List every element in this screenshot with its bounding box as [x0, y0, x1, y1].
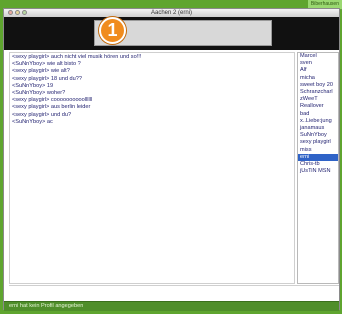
- chat-message: <sexy playgirl> aus berlin leider: [12, 104, 91, 111]
- user-list-item[interactable]: sven: [298, 60, 338, 67]
- chat-log[interactable]: <sexy playgirl> auch nicht viel musik hö…: [9, 52, 295, 284]
- chat-message: <sexy playgirl> auch nicht viel musik hö…: [12, 54, 142, 60]
- top-banner: 1: [4, 17, 339, 50]
- message-input[interactable]: [9, 285, 339, 293]
- user-list-item[interactable]: x..Liebe:jung: [298, 118, 338, 125]
- user-list-item[interactable]: erni: [298, 153, 338, 162]
- chat-message: <sexy playgirl> wie alt?: [12, 68, 70, 75]
- corner-ribbon-label: Biberhausen: [310, 1, 339, 7]
- chat-message: <sexy playgirl> und du?: [12, 111, 72, 118]
- callout-number-badge: 1: [99, 17, 126, 44]
- chat-message: <sexy playgirl> coooooooooollllll: [12, 97, 93, 104]
- user-list-item[interactable]: micha: [298, 75, 338, 82]
- chat-message: <SuNnYboy> 19: [12, 82, 54, 89]
- chat-message: <SuNnYboy> woher?: [12, 90, 66, 97]
- user-list-item[interactable]: Schranzcharl: [298, 89, 338, 96]
- user-list-item[interactable]: sweet boy 20: [298, 82, 338, 89]
- chat-message: <SuNnYboy> wie alt bisto ?: [12, 61, 81, 68]
- chat-window: Aachen 2 (erni) 1 <sexy playgirl> auch n…: [3, 8, 340, 311]
- chat-message: <sexy playgirl> 18 und du??: [12, 75, 82, 82]
- status-text: erni hat kein Profil angegeben: [9, 303, 84, 309]
- window-title: Aachen 2 (erni): [150, 10, 193, 16]
- status-bar: erni hat kein Profil angegeben: [4, 301, 339, 311]
- chat-message: <SuNnYboy> ac: [12, 118, 53, 125]
- user-list-item[interactable]: bad: [298, 111, 338, 118]
- user-list-item[interactable]: Chris-tb: [298, 161, 338, 168]
- user-list-item[interactable]: Alf: [298, 67, 338, 74]
- user-list-item[interactable]: Marcel: [298, 53, 338, 60]
- user-list-item[interactable]: janamaus: [298, 125, 338, 132]
- user-list-item[interactable]: Reallover: [298, 103, 338, 110]
- user-list-item[interactable]: zWeeT: [298, 96, 338, 103]
- user-list-item[interactable]: SuNnYboy: [298, 132, 338, 139]
- user-list-item[interactable]: miss: [298, 147, 338, 154]
- user-list-item[interactable]: sexy playgirl: [298, 139, 338, 146]
- user-list-item[interactable]: jUsTiN MSN: [298, 168, 338, 175]
- user-list[interactable]: Marcel sven Alf micha sweet boy 20 Schranzcha…: [297, 52, 339, 284]
